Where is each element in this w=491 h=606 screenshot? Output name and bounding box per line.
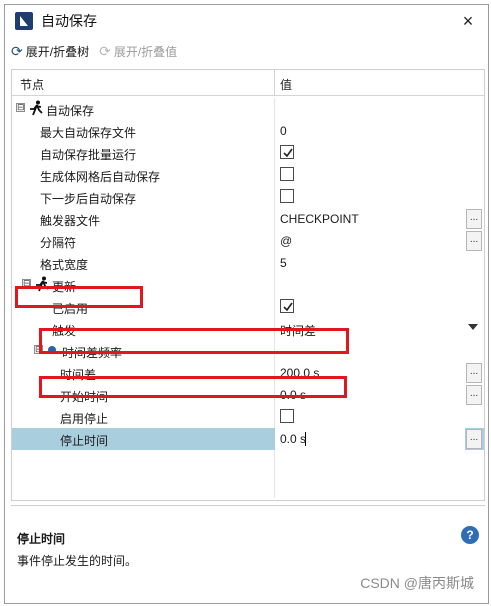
highlight-box-update: [15, 286, 143, 308]
close-button[interactable]: ×: [456, 9, 480, 33]
separator-value[interactable]: @: [280, 234, 292, 248]
row-label: 生成体网格后自动保存: [40, 170, 161, 184]
row-label: 停止时间: [60, 434, 109, 448]
row-label: 下一步后自动保存: [40, 192, 137, 206]
watermark: CSDN @唐丙斯城: [360, 575, 474, 591]
refresh-icon: ⟳: [11, 42, 23, 59]
checkmark-icon: [283, 302, 293, 312]
row-label: 自动保存批量运行: [40, 148, 137, 162]
refresh-icon: ⟳: [99, 42, 111, 59]
stop-time-edit-button[interactable]: ...: [466, 429, 482, 449]
tree-row-separator[interactable]: 分隔符 @ ...: [12, 230, 484, 252]
time-delta-edit-button[interactable]: ...: [466, 363, 482, 383]
description-text: 事件停止发生的时间。: [17, 554, 138, 568]
tree-row-gen-mesh[interactable]: 生成体网格后自动保存: [12, 164, 484, 186]
tree-row-next-step[interactable]: 下一步后自动保存: [12, 186, 484, 208]
column-header-node: 节点: [20, 78, 45, 92]
row-label: 最大自动保存文件: [40, 126, 137, 140]
checkmark-icon: [283, 148, 293, 158]
stop-time-value: 0.0 s: [280, 432, 307, 446]
column-header-value: 值: [280, 78, 293, 92]
help-icon[interactable]: ?: [461, 526, 479, 544]
tree-row-stop-time[interactable]: 停止时间 0.0 s ...: [12, 428, 484, 450]
next-step-checkbox[interactable]: [280, 189, 294, 203]
expand-collapse-values-button[interactable]: ⟳ 展开/折叠值: [99, 43, 177, 60]
expand-collapse-values-label: 展开/折叠值: [113, 44, 178, 59]
tree-row-autosave[interactable]: ⊟ 自动保存: [12, 98, 484, 120]
column-divider[interactable]: [274, 70, 275, 96]
row-label: 分隔符: [40, 236, 77, 250]
trigger-file-value[interactable]: CHECKPOINT: [280, 212, 359, 226]
trigger-file-browse-button[interactable]: ...: [466, 209, 482, 229]
max-files-value[interactable]: 0: [280, 124, 287, 138]
toolbar: ⟳ 展开/折叠树 ⟳ 展开/折叠值: [5, 39, 488, 63]
row-label: 启用停止: [60, 412, 109, 426]
format-width-value[interactable]: 5: [280, 256, 287, 270]
separator-edit-button[interactable]: ...: [466, 231, 482, 251]
runner-icon: [30, 100, 43, 116]
batch-run-checkbox[interactable]: [280, 145, 294, 159]
property-grid: 节点 值 ⊟ 自动保存 最大自动保存文件 0 自动保存批量运行 生成体网格后自动…: [11, 69, 485, 501]
tree-row-trigger-file[interactable]: 触发器文件 CHECKPOINT ...: [12, 208, 484, 230]
expand-collapse-tree-label: 展开/折叠树: [25, 44, 90, 59]
title-bar: 自动保存 ×: [5, 5, 488, 37]
start-time-edit-button[interactable]: ...: [466, 385, 482, 405]
tree-row-format-width[interactable]: 格式宽度 5: [12, 252, 484, 274]
description-title: 停止时间: [17, 532, 66, 546]
row-label: 触发器文件: [40, 214, 101, 228]
highlight-box-time-delta: [39, 376, 347, 398]
expand-collapse-tree-button[interactable]: ⟳ 展开/折叠树: [11, 43, 89, 60]
chevron-down-icon[interactable]: [468, 324, 478, 330]
stop-time-input[interactable]: 0.0 s: [275, 428, 465, 450]
collapse-toggle-icon[interactable]: ⊟: [16, 103, 25, 112]
grid-header: 节点 值: [12, 70, 484, 96]
tree-row-batch-run[interactable]: 自动保存批量运行: [12, 142, 484, 164]
autosave-dialog: 自动保存 × ⟳ 展开/折叠树 ⟳ 展开/折叠值 节点 值 ⊟ 自动保存 最大自…: [4, 4, 489, 604]
enable-stop-checkbox[interactable]: [280, 409, 294, 423]
tree-row-max-files[interactable]: 最大自动保存文件 0: [12, 120, 484, 142]
enabled-checkbox[interactable]: [280, 299, 294, 313]
text-caret: [305, 432, 306, 446]
row-label: 自动保存: [46, 104, 95, 118]
tree-row-enable-stop[interactable]: 启用停止: [12, 406, 484, 428]
app-logo-icon: [15, 12, 33, 30]
window-title: 自动保存: [41, 13, 97, 29]
gen-mesh-checkbox[interactable]: [280, 167, 294, 181]
highlight-box-trigger: [39, 328, 349, 354]
row-label: 格式宽度: [40, 258, 89, 272]
